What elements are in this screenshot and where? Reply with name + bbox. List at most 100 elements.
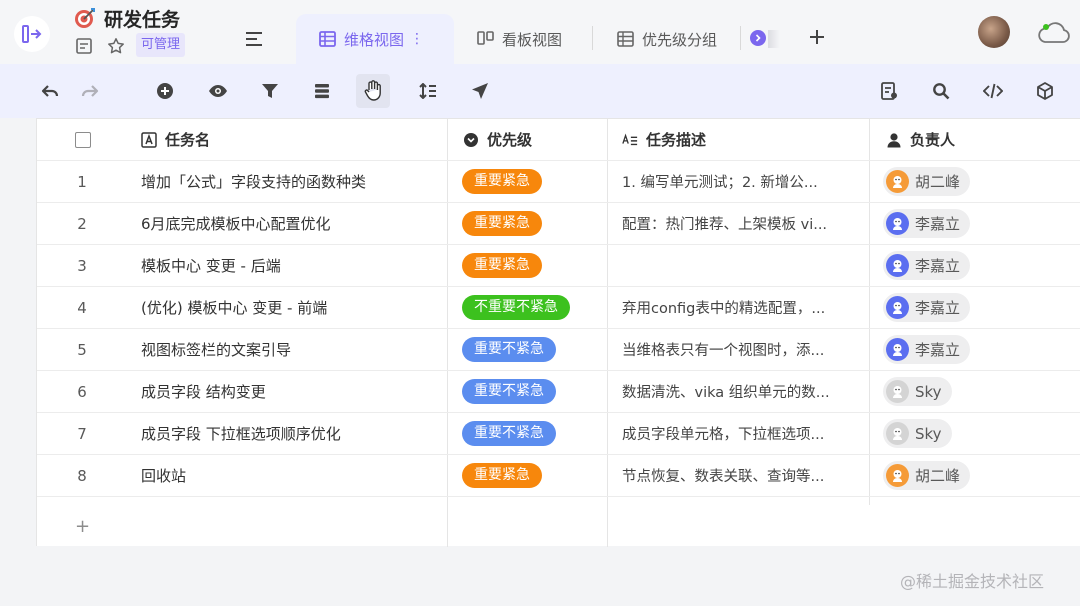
add-row-button[interactable]: + <box>37 505 1080 547</box>
description-cell[interactable]: 节点恢复、数表关联、查询等... <box>622 455 862 496</box>
owner-cell[interactable]: Sky <box>883 371 1078 412</box>
owner-cell[interactable]: 李嘉立 <box>883 287 1078 328</box>
tab-kanban-view[interactable]: 看板视图 <box>476 14 562 64</box>
priority-tag: 重要不紧急 <box>462 337 556 362</box>
description-cell[interactable]: 弃用config表中的精选配置，... <box>622 287 862 328</box>
description-cell[interactable]: 成员字段单元格，下拉框选项... <box>622 413 862 454</box>
sidebar-toggle-button[interactable] <box>14 16 50 52</box>
description-cell[interactable]: 配置：热门推荐、上架模板 vi... <box>622 203 862 244</box>
kanban-view-icon <box>476 30 494 48</box>
member-icon <box>886 132 902 148</box>
priority-cell[interactable]: 重要紧急 <box>462 455 604 496</box>
checkbox-box <box>75 131 91 148</box>
table-row[interactable]: 4 (优化) 模板中心 变更 - 前端 不重要不紧急 弃用config表中的精选配置，… <box>37 287 1080 329</box>
description-cell[interactable]: 当维格表只有一个视图时，添... <box>622 329 862 370</box>
member-name: 李嘉立 <box>915 299 961 317</box>
redo-button[interactable] <box>76 77 104 105</box>
tab-grid-view[interactable]: 维格视图 ⋮ <box>296 14 454 64</box>
tab-priority-group[interactable]: 优先级分组 <box>616 14 717 64</box>
star-icon[interactable] <box>106 36 126 56</box>
tab-more-icon[interactable]: ⋮ <box>410 31 424 47</box>
table-row[interactable]: 3 模板中心 变更 - 后端 重要紧急 李嘉立 <box>37 245 1080 287</box>
member-chip: Sky <box>883 419 952 448</box>
menu-icon[interactable] <box>244 30 264 48</box>
priority-cell[interactable]: 不重要不紧急 <box>462 287 604 328</box>
member-avatar <box>886 464 909 487</box>
table-row[interactable]: 7 成员字段 下拉框选项顺序优化 重要不紧急 成员字段单元格，下拉框选项... Sky <box>37 413 1080 455</box>
dart-target-icon[interactable] <box>74 7 96 29</box>
owner-cell[interactable]: 胡二峰 <box>883 161 1078 202</box>
description-cell[interactable]: 1. 编写单元测试；2. 新增公... <box>622 161 862 202</box>
sort-button[interactable] <box>414 77 442 105</box>
priority-tag: 重要不紧急 <box>462 379 556 404</box>
task-name-cell[interactable]: 视图标签栏的文案引导 <box>141 329 441 370</box>
priority-cell[interactable]: 重要不紧急 <box>462 413 604 454</box>
column-title: 任务描述 <box>646 131 707 149</box>
task-name-cell[interactable]: 增加「公式」字段支持的函数种类 <box>141 161 441 202</box>
task-name-cell[interactable]: 成员字段 下拉框选项顺序优化 <box>141 413 441 454</box>
form-icon <box>881 82 897 100</box>
owner-cell[interactable]: Sky <box>883 413 1078 454</box>
api-button[interactable] <box>979 77 1007 105</box>
column-title: 优先级 <box>487 131 533 149</box>
view-toolbar <box>0 64 1080 118</box>
share-button[interactable] <box>466 77 494 105</box>
search-button[interactable] <box>927 77 955 105</box>
member-avatar <box>886 296 909 319</box>
owner-cell[interactable]: 李嘉立 <box>883 329 1078 370</box>
table-row[interactable]: 1 增加「公式」字段支持的函数种类 重要紧急 1. 编写单元测试；2. 新增公... 胡… <box>37 161 1080 203</box>
hide-fields-button[interactable] <box>204 77 232 105</box>
column-header-description[interactable]: 任务描述 <box>622 119 862 160</box>
single-select-icon <box>463 132 479 148</box>
table-row[interactable]: 5 视图标签栏的文案引导 重要不紧急 当维格表只有一个视图时，添... 李嘉立 <box>37 329 1080 371</box>
cloud-sync-icon[interactable] <box>1036 18 1072 46</box>
table-row[interactable]: 6 成员字段 结构变更 重要不紧急 数据清洗、vika 组织单元的数... Sky <box>37 371 1080 413</box>
datasheet-title[interactable]: 研发任务 <box>104 5 180 32</box>
owner-cell[interactable]: 李嘉立 <box>883 245 1078 286</box>
grid-view-icon <box>318 30 336 48</box>
priority-cell[interactable]: 重要不紧急 <box>462 371 604 412</box>
task-name-cell[interactable]: 回收站 <box>141 455 441 496</box>
select-all-checkbox[interactable] <box>75 119 115 160</box>
column-header-task[interactable]: 任务名 <box>141 119 441 160</box>
task-name-cell[interactable]: 模板中心 变更 - 后端 <box>141 245 441 286</box>
member-name: 李嘉立 <box>915 257 961 275</box>
tab-label: 看板视图 <box>502 30 563 49</box>
member-chip: 李嘉立 <box>883 293 971 322</box>
description-cell[interactable]: 数据清洗、vika 组织单元的数... <box>622 371 862 412</box>
member-name: 胡二峰 <box>915 467 961 485</box>
user-avatar[interactable] <box>978 16 1010 48</box>
priority-cell[interactable]: 重要紧急 <box>462 203 604 244</box>
member-chip: Sky <box>883 377 952 406</box>
column-header-owner[interactable]: 负责人 <box>886 119 1076 160</box>
priority-cell[interactable]: 重要紧急 <box>462 245 604 286</box>
send-icon <box>472 83 488 99</box>
priority-cell[interactable]: 重要紧急 <box>462 161 604 202</box>
task-name-cell[interactable]: 成员字段 结构变更 <box>141 371 441 412</box>
add-record-button[interactable] <box>151 77 179 105</box>
add-view-button[interactable] <box>806 26 828 48</box>
row-number: 5 <box>77 340 87 359</box>
owner-cell[interactable]: 胡二峰 <box>883 455 1078 496</box>
form-button[interactable] <box>875 77 903 105</box>
column-header-priority[interactable]: 优先级 <box>463 119 603 160</box>
widget-button[interactable] <box>1031 77 1059 105</box>
table-row[interactable]: 2 6月底完成模板中心配置优化 重要紧急 配置：热门推荐、上架模板 vi... 李嘉立 <box>37 203 1080 245</box>
drag-hand-icon <box>364 80 381 101</box>
description-icon[interactable] <box>74 36 94 56</box>
filter-button[interactable] <box>256 77 284 105</box>
task-name-cell[interactable]: (优化) 模板中心 变更 - 前端 <box>141 287 441 328</box>
group-button[interactable] <box>308 77 336 105</box>
undo-button[interactable] <box>36 77 64 105</box>
owner-cell[interactable]: 李嘉立 <box>883 203 1078 244</box>
description-cell[interactable] <box>622 245 862 286</box>
row-number: 3 <box>77 256 87 275</box>
member-chip: 李嘉立 <box>883 335 971 364</box>
priority-cell[interactable]: 重要不紧急 <box>462 329 604 370</box>
scroll-tabs-right-icon[interactable] <box>750 30 766 46</box>
column-title: 任务名 <box>165 131 211 149</box>
row-height-button[interactable] <box>356 74 390 108</box>
table-row[interactable]: 8 回收站 重要紧急 节点恢复、数表关联、查询等... 胡二峰 <box>37 455 1080 497</box>
member-chip: 胡二峰 <box>883 461 971 490</box>
task-name-cell[interactable]: 6月底完成模板中心配置优化 <box>141 203 441 244</box>
